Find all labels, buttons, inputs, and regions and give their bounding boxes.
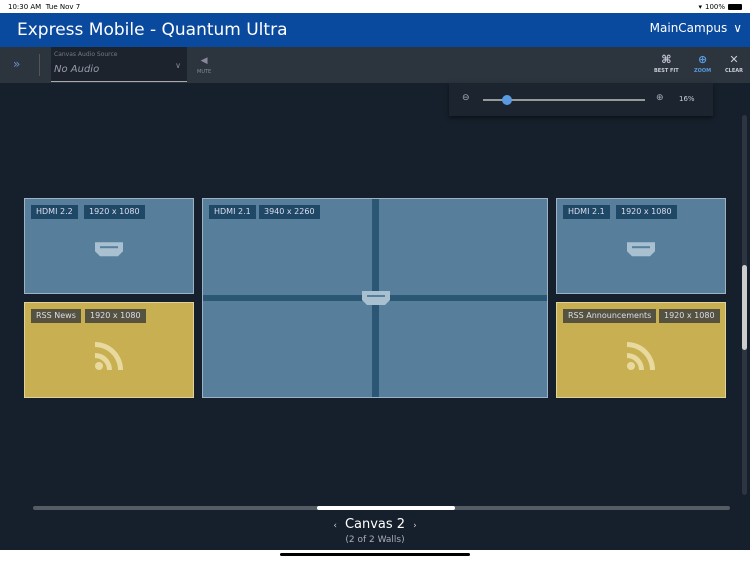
tile-hdmi-2-2[interactable]: HDMI 2.2 1920 x 1080 bbox=[24, 198, 194, 294]
tile-rss-announcements[interactable]: RSS Announcements 1920 x 1080 bbox=[556, 302, 726, 398]
app-title: Express Mobile - Quantum Ultra bbox=[17, 20, 288, 40]
tile-resolution: 1920 x 1080 bbox=[85, 309, 146, 323]
wall-count: (2 of 2 Walls) bbox=[345, 535, 405, 545]
tile-rss-news[interactable]: RSS News 1920 x 1080 bbox=[24, 302, 194, 398]
chevron-down-icon: ∨ bbox=[175, 61, 181, 70]
rss-icon bbox=[627, 342, 655, 370]
rss-icon bbox=[95, 342, 123, 370]
mute-label: MUTE bbox=[197, 69, 212, 75]
horizontal-scrollbar[interactable] bbox=[33, 506, 730, 510]
canvas-area: ⊖ ⊕ 16% HDMI 2.2 1920 x 1080 HDMI 2.1 39… bbox=[0, 83, 750, 550]
tile-hdmi-2-1-wall[interactable]: HDMI 2.1 3940 x 2260 bbox=[202, 198, 548, 398]
audio-source-select[interactable]: Canvas Audio Source No Audio ∨ bbox=[51, 47, 187, 82]
tile-source: RSS Announcements bbox=[563, 309, 657, 323]
tile-resolution: 1920 x 1080 bbox=[659, 309, 720, 323]
audio-source-label: Canvas Audio Source bbox=[54, 51, 118, 58]
best-fit-label: BEST FIT bbox=[654, 68, 679, 74]
close-icon: ✕ bbox=[729, 53, 739, 66]
speaker-icon: ◀ bbox=[200, 56, 208, 66]
prev-canvas-icon[interactable]: ‹ bbox=[333, 521, 337, 531]
canvas-name: Canvas 2 bbox=[344, 517, 406, 532]
status-right: ▾ 100% bbox=[698, 3, 742, 11]
tile-source: HDMI 2.1 bbox=[563, 205, 610, 219]
zoom-percent: 16% bbox=[679, 95, 695, 103]
best-fit-button[interactable]: ⌘ BEST FIT bbox=[654, 53, 679, 74]
zoom-popup: ⊖ ⊕ 16% bbox=[449, 83, 713, 116]
clear-label: CLEAR bbox=[725, 68, 743, 74]
clear-button[interactable]: ✕ CLEAR bbox=[725, 53, 743, 74]
zoom-button[interactable]: ⊕ ZOOM bbox=[694, 53, 711, 74]
tile-resolution: 3940 x 2260 bbox=[259, 205, 320, 219]
hdmi-icon bbox=[95, 242, 123, 257]
mute-button[interactable]: ◀ MUTE bbox=[197, 56, 211, 75]
wifi-icon: ▾ bbox=[698, 3, 702, 11]
status-time: 10:30 AM Tue Nov 7 bbox=[8, 3, 81, 11]
toolbar: » Canvas Audio Source No Audio ∨ ◀ MUTE ⌘… bbox=[0, 47, 750, 83]
tile-resolution: 1920 x 1080 bbox=[84, 205, 145, 219]
tile-source: HDMI 2.2 bbox=[31, 205, 78, 219]
zoom-slider-handle[interactable] bbox=[502, 95, 513, 105]
hdmi-icon bbox=[627, 242, 655, 257]
canvas-navigator: ‹ Canvas 2 › (2 of 2 Walls) bbox=[0, 513, 750, 545]
divider bbox=[39, 54, 40, 76]
chevron-down-icon: ∨ bbox=[733, 21, 742, 35]
tile-source: HDMI 2.1 bbox=[209, 205, 256, 219]
status-bar: 10:30 AM Tue Nov 7 ▾ 100% bbox=[0, 0, 750, 13]
zoom-label: ZOOM bbox=[694, 68, 712, 74]
vertical-scrollbar[interactable] bbox=[742, 115, 747, 495]
campus-label: MainCampus bbox=[649, 21, 728, 35]
battery-icon bbox=[728, 4, 742, 10]
tile-hdmi-2-1[interactable]: HDMI 2.1 1920 x 1080 bbox=[556, 198, 726, 294]
zoom-in-icon[interactable]: ⊕ bbox=[656, 93, 664, 103]
hdmi-icon bbox=[362, 291, 390, 305]
expand-sidebar-icon[interactable]: » bbox=[13, 57, 20, 71]
vertical-scroll-thumb[interactable] bbox=[742, 265, 747, 350]
home-indicator bbox=[280, 553, 470, 556]
best-fit-icon: ⌘ bbox=[661, 53, 672, 66]
app-header: Express Mobile - Quantum Ultra MainCampu… bbox=[0, 13, 750, 47]
tile-source: RSS News bbox=[31, 309, 81, 323]
tile-resolution: 1920 x 1080 bbox=[616, 205, 677, 219]
next-canvas-icon[interactable]: › bbox=[413, 521, 417, 531]
audio-source-value: No Audio bbox=[54, 64, 100, 75]
campus-selector[interactable]: MainCampus ∨ bbox=[650, 21, 742, 35]
zoom-out-icon[interactable]: ⊖ bbox=[462, 93, 470, 103]
zoom-in-icon: ⊕ bbox=[697, 53, 708, 66]
horizontal-scroll-thumb[interactable] bbox=[317, 506, 455, 510]
battery-percent: 100% bbox=[704, 3, 725, 11]
